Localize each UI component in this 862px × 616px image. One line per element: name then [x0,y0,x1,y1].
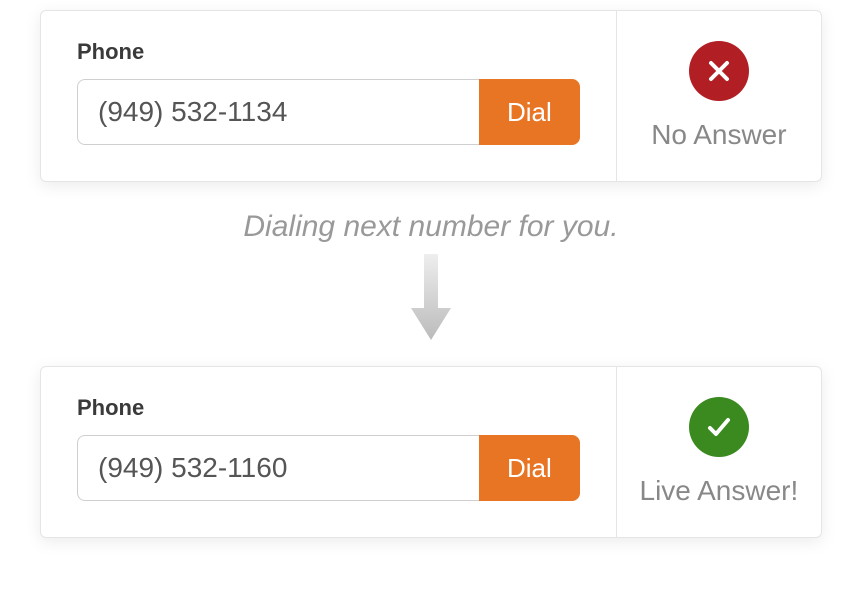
dialer-container: Phone Dial No Answer Dialing next number… [0,0,862,578]
phone-label: Phone [77,395,580,421]
live-answer-icon [689,397,749,457]
call-card-2: Phone Dial Live Answer! [40,366,822,538]
call-status-panel: Live Answer! [617,367,821,537]
phone-input-group: Dial [77,435,580,501]
transition-block: Dialing next number for you. [40,210,822,344]
call-status-panel: No Answer [617,11,821,181]
call-card-left: Phone Dial [41,11,617,181]
phone-input[interactable] [77,79,479,145]
status-text: No Answer [651,119,786,151]
arrow-down-icon [407,254,455,344]
check-icon [704,412,734,442]
phone-label: Phone [77,39,580,65]
dial-button[interactable]: Dial [479,79,580,145]
call-card-1: Phone Dial No Answer [40,10,822,182]
phone-input[interactable] [77,435,479,501]
dial-button[interactable]: Dial [479,435,580,501]
status-text: Live Answer! [640,475,799,507]
transition-text: Dialing next number for you. [243,210,618,244]
x-icon [706,58,732,84]
no-answer-icon [689,41,749,101]
phone-input-group: Dial [77,79,580,145]
call-card-left: Phone Dial [41,367,617,537]
